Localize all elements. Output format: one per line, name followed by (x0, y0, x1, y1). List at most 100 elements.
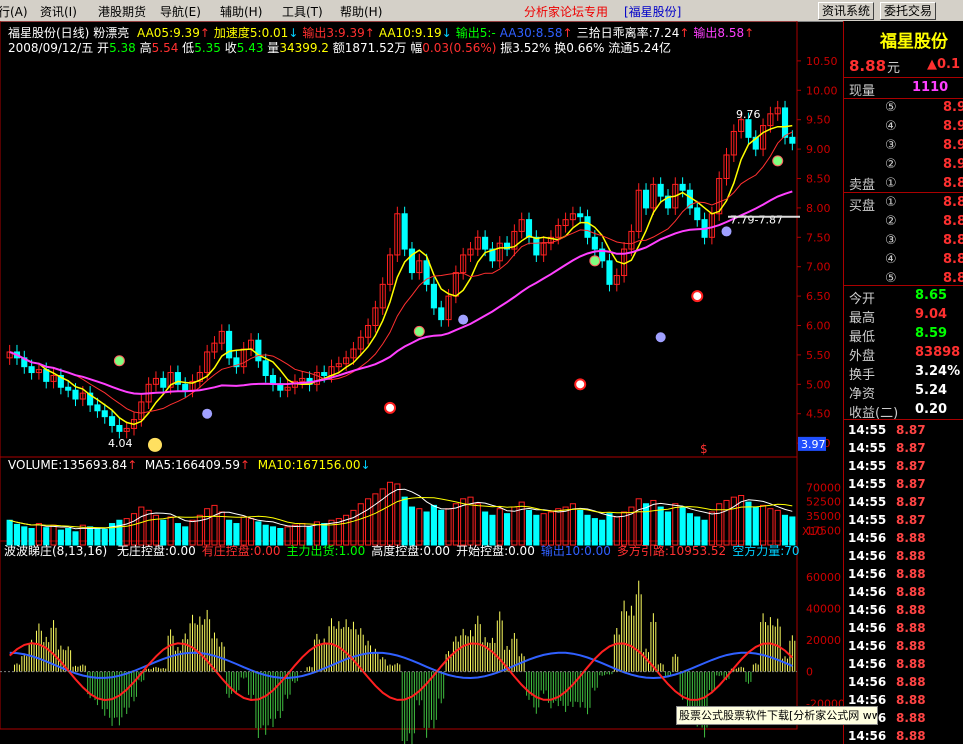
level-price: 8.8 (943, 252, 963, 267)
price-axis-label: 5.50 (806, 349, 831, 362)
buy-level-row: ① 8.8 (849, 195, 963, 214)
trend-arrow-icon: ↓ (441, 26, 452, 40)
tick-price: 8.88 (896, 567, 926, 581)
trend-arrow-icon: ↑ (364, 26, 375, 40)
trade-order-button[interactable]: 委托交易 (880, 2, 937, 20)
candle-body (226, 330, 233, 359)
tick-price: 8.87 (896, 423, 926, 437)
candle-body (781, 107, 789, 138)
price-axis-label: 7.50 (806, 231, 831, 244)
signal-dots-icon (413, 325, 425, 337)
volume-bar (489, 514, 496, 546)
tick-time: 14:56 (848, 585, 887, 599)
range-marker: 7.79-7.87 (730, 214, 783, 227)
price-axis-label: 9.50 (806, 114, 831, 127)
level-index: ⑤ (885, 100, 897, 115)
chart-area[interactable]: 10.50 10.00 9.50 9.00 8.50 8.00 7.50 7.00 6.50 6.… (0, 21, 843, 744)
vol-value: 34399.2 (279, 41, 329, 55)
ma-indicator-values: AA05:9.39↑ 加速度5:0.01↓ 输出3:9.39↑ AA10:9.19↓ 输… (133, 26, 754, 40)
volume-bar (350, 509, 357, 546)
tick-price: 8.87 (896, 477, 926, 491)
candle-body (321, 372, 328, 376)
menu-item-hk-futures[interactable]: 港股期货 (98, 3, 146, 20)
tick-time: 14:56 (848, 567, 887, 581)
level-index: ⑤ (885, 271, 897, 286)
volume-bar (789, 516, 796, 546)
footer-banner[interactable]: 股票公式股票软件下载[分析家公式网 www.88gs.com] (676, 706, 878, 725)
volume-bar (547, 511, 555, 546)
sell-level-row: ③ 8.9 (849, 138, 963, 157)
volume-bar (357, 503, 364, 546)
ma-indicator-item: 输出5:- (455, 26, 496, 40)
volume-ma10: MA10:167156.00 (257, 458, 361, 472)
menu-item-help[interactable]: 帮助(H) (340, 3, 382, 20)
stat-label: 今开 (849, 292, 876, 307)
sub-indicator-item: 有庄控盘:0.00 (201, 544, 281, 558)
volume-bar (664, 511, 672, 546)
ohlc-info-line: 2008/09/12/五 开5.38 高5.54 低5.35 收5.43 量34… (8, 39, 671, 56)
price-axis-label: 9.00 (806, 143, 831, 156)
close-label: 收 (224, 41, 237, 55)
buy-level-row: ② 8.8 (849, 214, 963, 233)
volume-bar (650, 499, 657, 546)
price-axis-label: 10.50 (806, 55, 838, 68)
candle-body (28, 366, 35, 374)
sub-indicator-item: 空方力量:70 (732, 544, 800, 558)
price-axis-label: 8.50 (806, 172, 831, 185)
tick-time: 14:56 (848, 621, 887, 635)
candle-body (101, 410, 108, 418)
indicator-axis-label: 60000 (806, 571, 841, 584)
stat-value: 3.24% (915, 364, 961, 379)
volume-bar (496, 508, 503, 546)
candle-body (182, 383, 189, 391)
volume-unit-label: X10 (802, 525, 824, 538)
menu-item-assist[interactable]: 辅助(H) (220, 3, 262, 20)
ma30-line (10, 191, 793, 383)
tick-price: 8.87 (896, 441, 926, 455)
buy-signal-icon (574, 378, 587, 391)
menu-item-news[interactable]: 资讯(I) (40, 3, 77, 20)
candle-body (255, 339, 262, 362)
menu-bar: 行(A) 资讯(I) 港股期货 导航(E) 辅助(H) 工具(T) 帮助(H) … (0, 0, 963, 22)
volume-bar (745, 501, 752, 546)
level-index: ② (885, 214, 897, 229)
candle-body (789, 136, 796, 144)
menu-item-trade[interactable]: 行(A) (0, 3, 28, 20)
high-label: 高 (139, 41, 152, 55)
price-axis-label: 5.00 (806, 378, 831, 391)
volume-bar (138, 506, 145, 546)
candle-body (160, 377, 167, 388)
stock-tag: [福星股份] (624, 5, 682, 19)
candle-body (525, 219, 533, 238)
volume-bar (452, 503, 459, 546)
ma-indicator-item: 输出8.58 (693, 26, 745, 40)
panel-change: ▲0.1 (927, 57, 961, 72)
volume-axis-label: 52500 (806, 496, 841, 509)
float-label: 流通 (608, 41, 633, 55)
candle-body (262, 360, 269, 376)
sell-level-row: ④ 8.9 (849, 119, 963, 138)
tick-time: 14:55 (848, 477, 887, 491)
tick-time: 14:56 (848, 603, 887, 617)
volume-bar (372, 493, 379, 546)
volume-bar (606, 513, 613, 546)
candle-body (606, 260, 613, 285)
tick-time: 14:55 (848, 495, 887, 509)
amt-value: 1871.52万 (344, 41, 407, 55)
menu-item-tools[interactable]: 工具(T) (282, 3, 323, 20)
menu-item-navigate[interactable]: 导航(E) (160, 3, 201, 20)
level-index: ② (885, 157, 897, 172)
sub-indicator-item: 无庄控盘:0.00 (117, 544, 196, 558)
volume-bar (540, 513, 547, 546)
stat-value: 9.04 (915, 307, 948, 322)
high-value: 5.54 (151, 41, 179, 55)
kline-chart[interactable]: 10.50 10.00 9.50 9.00 8.50 8.00 7.50 7.00 6.50 6.… (0, 21, 843, 744)
tick-price: 8.88 (896, 621, 926, 635)
amp-label: 振 (500, 41, 513, 55)
vol-label: 量 (267, 41, 280, 55)
volume-bar (204, 508, 211, 546)
chg-label: 幅 (410, 41, 423, 55)
news-system-button[interactable]: 资讯系统 (818, 2, 875, 20)
candle-body (533, 236, 540, 256)
volume-ma5: MA5:166409.59 (144, 458, 241, 472)
